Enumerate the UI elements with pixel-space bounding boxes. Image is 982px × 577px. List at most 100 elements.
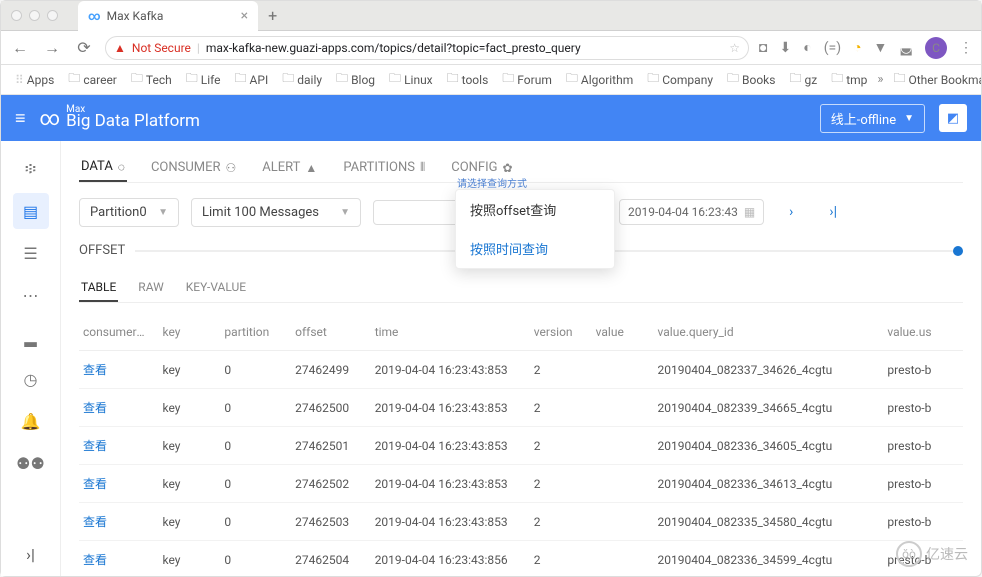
rail-schedule[interactable]: ◷ bbox=[13, 361, 49, 397]
page-last[interactable]: ›| bbox=[818, 197, 848, 227]
view-link[interactable]: 查看 bbox=[83, 515, 107, 529]
ext-icon[interactable]: ◘ bbox=[759, 39, 767, 56]
cell-key: key bbox=[159, 389, 221, 427]
address-bar: ← → ⟳ ▲ Not Secure | max-kafka-new.guazi… bbox=[1, 31, 981, 65]
forward-button[interactable]: → bbox=[41, 38, 63, 58]
window-min[interactable] bbox=[29, 10, 40, 21]
ext-icon[interactable]: ◛ bbox=[899, 40, 913, 56]
ext-icon[interactable]: ▼ bbox=[874, 39, 888, 56]
view-tab-table[interactable]: TABLE bbox=[79, 274, 118, 302]
app-header: ≡ ∞ Max Big Data Platform 线上-offline▼ ◩ bbox=[1, 95, 981, 141]
cell-offset: 27462504 bbox=[291, 541, 371, 577]
view-tab-key-value[interactable]: KEY-VALUE bbox=[184, 274, 248, 302]
ext-icon[interactable]: ◐ bbox=[803, 39, 811, 56]
cell-key: key bbox=[159, 541, 221, 577]
rail-collapse[interactable]: ›| bbox=[26, 545, 35, 564]
data-table: consumer消费keypartitionoffsettimeversionv… bbox=[79, 313, 963, 576]
bookmark-item[interactable]: 🗀Forum bbox=[498, 67, 556, 92]
bookmark-star-icon[interactable]: ☆ bbox=[729, 41, 740, 55]
col-header: value.query_id bbox=[654, 313, 884, 351]
close-icon[interactable]: × bbox=[241, 8, 248, 24]
bookmark-item[interactable]: 🗀tmp bbox=[827, 67, 871, 92]
rail-topics[interactable]: ▤ bbox=[13, 193, 49, 229]
rail-users[interactable]: ⚉⚉ bbox=[13, 445, 49, 481]
bookmark-item[interactable]: 🗀gz bbox=[785, 67, 821, 92]
watermark: ŏò亿速云 bbox=[896, 541, 968, 567]
bookmark-item[interactable]: 🗀Algorithm bbox=[562, 67, 637, 92]
tab-data[interactable]: DATA◌ bbox=[79, 153, 127, 182]
cell-partition: 0 bbox=[220, 427, 291, 465]
cell-user: presto-b bbox=[883, 465, 963, 503]
view-link[interactable]: 查看 bbox=[83, 439, 107, 453]
col-header: time bbox=[371, 313, 530, 351]
back-button[interactable]: ← bbox=[9, 38, 31, 58]
bookmark-item[interactable]: 🗀Life bbox=[182, 67, 225, 92]
cell-time: 2019-04-04 16:23:43:853 bbox=[371, 465, 530, 503]
bookmark-item[interactable]: 🗀Blog bbox=[332, 67, 379, 92]
new-tab-button[interactable]: + bbox=[268, 6, 277, 25]
partition-select[interactable]: Partition0▼ bbox=[79, 198, 179, 227]
rail-storage[interactable]: ▂ bbox=[13, 319, 49, 355]
bookmark-item[interactable]: 🗀Company bbox=[643, 67, 717, 92]
reload-button[interactable]: ⟳ bbox=[73, 38, 95, 57]
offset-label: OFFSET bbox=[79, 243, 125, 258]
apps-button[interactable]: ⠿Apps bbox=[11, 71, 58, 89]
col-header: version bbox=[530, 313, 592, 351]
favicon-icon: ∞ bbox=[88, 9, 101, 23]
cell-time: 2019-04-04 16:23:43:853 bbox=[371, 389, 530, 427]
cell-user: presto-b bbox=[883, 427, 963, 465]
col-header: key bbox=[159, 313, 221, 351]
bookmarks-bar: ⠿Apps 🗀career🗀Tech🗀Life🗀API🗀daily🗀Blog🗀L… bbox=[1, 65, 981, 95]
profile-avatar[interactable]: C bbox=[925, 37, 947, 59]
menu-toggle[interactable]: ≡ bbox=[15, 108, 26, 129]
cell-user: presto-b bbox=[883, 503, 963, 541]
ext-icon[interactable]: ◔ bbox=[853, 39, 861, 56]
bookmark-item[interactable]: 🗀daily bbox=[278, 67, 326, 92]
view-tab-raw[interactable]: RAW bbox=[136, 274, 165, 302]
side-rail: ፨ ▤ ☰ ⋯ ▂ ◷ 🔔 ⚉⚉ ›| bbox=[1, 141, 61, 576]
table-row: 查看key0274625002019-04-04 16:23:43:853220… bbox=[79, 389, 963, 427]
cell-offset: 27462500 bbox=[291, 389, 371, 427]
cell-time: 2019-04-04 16:23:43:853 bbox=[371, 351, 530, 389]
view-link[interactable]: 查看 bbox=[83, 553, 107, 567]
limit-select[interactable]: Limit 100 Messages▼ bbox=[191, 198, 361, 227]
tab-partitions[interactable]: PARTITIONS⦀ bbox=[341, 153, 427, 182]
cell-value bbox=[592, 465, 654, 503]
bookmark-item[interactable]: 🗀Tech bbox=[127, 67, 176, 92]
page-next[interactable]: › bbox=[776, 197, 806, 227]
bookmark-item[interactable]: 🗀API bbox=[231, 67, 273, 92]
tab-alert[interactable]: ALERT▲ bbox=[260, 153, 319, 182]
view-link[interactable]: 查看 bbox=[83, 477, 107, 491]
dd-option-time[interactable]: 按照时间查询 bbox=[456, 229, 614, 268]
datetime-input[interactable]: 2019-04-04 16:23:43▦ bbox=[619, 199, 764, 225]
cell-version: 2 bbox=[530, 503, 592, 541]
titlebar: ∞ Max Kafka × + bbox=[1, 1, 981, 31]
tab-consumer[interactable]: CONSUMER⚇ bbox=[149, 153, 238, 182]
cell-version: 2 bbox=[530, 389, 592, 427]
rail-cluster[interactable]: ፨ bbox=[13, 151, 49, 187]
view-link[interactable]: 查看 bbox=[83, 363, 107, 377]
bookmark-item[interactable]: 🗀career bbox=[64, 67, 121, 92]
ext-icon[interactable]: ⬇ bbox=[780, 40, 792, 56]
view-link[interactable]: 查看 bbox=[83, 401, 107, 415]
ext-icon[interactable]: (=) bbox=[824, 40, 841, 56]
table-row: 查看key0274625022019-04-04 16:23:43:853220… bbox=[79, 465, 963, 503]
logo-icon: ∞ bbox=[40, 106, 61, 130]
bookmark-item[interactable]: 🗀tools bbox=[443, 67, 493, 92]
col-header: offset bbox=[291, 313, 371, 351]
rail-alerts[interactable]: 🔔 bbox=[13, 403, 49, 439]
other-bookmarks[interactable]: 🗀Other Bookmarks bbox=[889, 67, 981, 92]
rail-more[interactable]: ⋯ bbox=[13, 277, 49, 313]
rail-list[interactable]: ☰ bbox=[13, 235, 49, 271]
bookmark-item[interactable]: 🗀Books bbox=[723, 67, 779, 92]
dd-option-offset[interactable]: 按照offset查询 bbox=[456, 190, 614, 229]
user-button[interactable]: ◩ bbox=[939, 104, 967, 132]
window-close[interactable] bbox=[11, 10, 22, 21]
env-select[interactable]: 线上-offline▼ bbox=[820, 104, 925, 133]
bookmark-item[interactable]: 🗀Linux bbox=[385, 67, 437, 92]
window-max[interactable] bbox=[47, 10, 58, 21]
url-input[interactable]: ▲ Not Secure | max-kafka-new.guazi-apps.… bbox=[105, 36, 749, 60]
browser-tab[interactable]: ∞ Max Kafka × bbox=[78, 1, 258, 31]
cell-partition: 0 bbox=[220, 503, 291, 541]
menu-icon[interactable]: ⋮ bbox=[959, 40, 973, 56]
